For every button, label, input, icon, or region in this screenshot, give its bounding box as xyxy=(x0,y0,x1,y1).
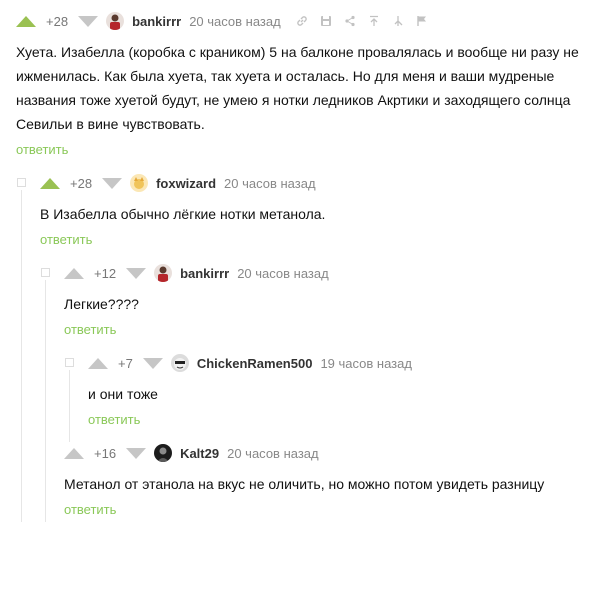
reply-link[interactable]: ответить xyxy=(64,502,116,517)
comment-rating: +7 xyxy=(118,355,133,371)
vote-down-icon[interactable] xyxy=(126,267,147,279)
comment-time[interactable]: 19 часов назад xyxy=(320,356,412,371)
avatar[interactable] xyxy=(154,264,173,282)
comment-time[interactable]: 20 часов назад xyxy=(237,266,329,281)
collapse-toggle[interactable] xyxy=(17,178,26,187)
comment-header: +12 bankirrr 20 часов назад xyxy=(64,262,329,284)
comment-text: Метанол от этанола на вкус не оличить, н… xyxy=(64,476,545,492)
comment-header: +16 Kalt29 20 часов назад xyxy=(64,442,319,464)
collapse-toggle[interactable] xyxy=(65,358,74,367)
author-nick[interactable]: foxwizard xyxy=(156,176,216,191)
report-icon[interactable] xyxy=(413,14,431,28)
author-nick[interactable]: bankirrr xyxy=(180,266,229,281)
reply-link[interactable]: ответить xyxy=(40,232,92,247)
comment-time[interactable]: 20 часов назад xyxy=(227,446,319,461)
comment-text: и они тоже xyxy=(88,386,158,402)
reply-link[interactable]: ответить xyxy=(88,412,140,427)
avatar[interactable] xyxy=(130,174,149,192)
vote-up-icon[interactable] xyxy=(88,357,108,369)
comment-text: Легкие???? xyxy=(64,296,139,312)
thread-line-level-3 xyxy=(69,370,70,442)
collapse-toggle[interactable] xyxy=(41,268,50,277)
comment-time[interactable]: 20 часов назад xyxy=(189,14,281,29)
comment-tools xyxy=(293,14,437,28)
thread-icon[interactable] xyxy=(389,14,407,28)
vote-up-icon[interactable] xyxy=(64,267,84,279)
avatar[interactable] xyxy=(154,444,173,462)
thread-line-level-2 xyxy=(45,280,46,522)
reply-link[interactable]: ответить xyxy=(16,142,68,157)
comment-header: +28 foxwizard 20 часов назад xyxy=(40,172,316,194)
author-nick[interactable]: Kalt29 xyxy=(180,446,219,461)
author-nick[interactable]: bankirrr xyxy=(132,14,181,29)
link-icon[interactable] xyxy=(293,14,311,28)
vote-down-icon[interactable] xyxy=(142,357,163,369)
parent-icon[interactable] xyxy=(365,14,383,28)
comment-text: В Изабелла обычно лёгкие нотки метанола. xyxy=(40,206,326,222)
comment-rating: +28 xyxy=(70,175,93,191)
comment-rating: +28 xyxy=(46,13,69,29)
vote-down-icon[interactable] xyxy=(102,177,123,189)
comment-text: Хуета. Изабелла (коробка с краником) 5 н… xyxy=(16,44,579,132)
save-icon[interactable] xyxy=(317,14,335,28)
comment-rating: +16 xyxy=(94,445,117,461)
reply-link[interactable]: ответить xyxy=(64,322,116,337)
vote-up-icon[interactable] xyxy=(64,447,84,459)
share-icon[interactable] xyxy=(341,14,359,28)
comment-header: +28 bankirrr 20 часов назад xyxy=(16,10,437,32)
vote-down-icon[interactable] xyxy=(126,447,147,459)
thread-line-level-1 xyxy=(21,190,22,522)
comment-time[interactable]: 20 часов назад xyxy=(224,176,316,191)
comment-rating: +12 xyxy=(94,265,117,281)
avatar[interactable] xyxy=(170,354,189,372)
avatar[interactable] xyxy=(106,12,125,30)
comment-header: +7 ChickenRamen500 19 часов назад xyxy=(88,352,412,374)
vote-down-icon[interactable] xyxy=(78,15,99,27)
author-nick[interactable]: ChickenRamen500 xyxy=(197,356,313,371)
vote-up-icon[interactable] xyxy=(40,177,60,189)
vote-up-icon[interactable] xyxy=(16,15,36,27)
